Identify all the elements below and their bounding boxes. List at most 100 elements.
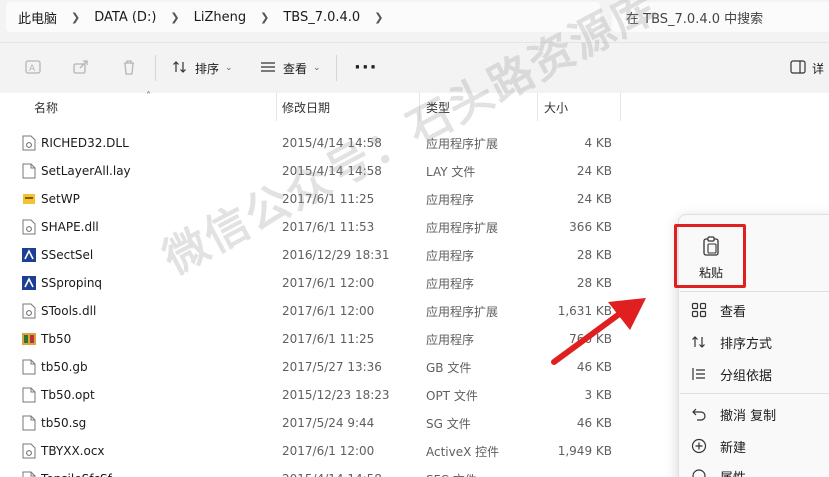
file-row[interactable]: SetLayerAll.lay 2015/4/14 14:58 LAY 文件 24 K… bbox=[0, 157, 829, 185]
file-date: 2015/4/14 14:58 bbox=[282, 465, 382, 477]
file-name-cell[interactable]: SetWP bbox=[22, 185, 80, 213]
menu-item-sort-by[interactable]: 排序方式 bbox=[690, 330, 772, 354]
file-name-cell[interactable]: RICHED32.DLL bbox=[22, 129, 129, 157]
dll-icon bbox=[22, 219, 36, 235]
dll-icon bbox=[22, 303, 36, 319]
delete-icon[interactable] bbox=[118, 56, 140, 78]
view-label: 查看 bbox=[283, 61, 308, 76]
chevron-right-icon[interactable]: ❯ bbox=[170, 11, 179, 24]
details-pane-button[interactable]: 详 bbox=[790, 57, 824, 79]
breadcrumb-data-drive[interactable]: DATA (D:) bbox=[94, 10, 156, 25]
file-date: 2017/5/27 13:36 bbox=[282, 360, 382, 374]
menu-item-new[interactable]: 新建 bbox=[690, 434, 746, 458]
file-name: SetWP bbox=[41, 192, 80, 206]
chevron-down-icon: ⌄ bbox=[313, 63, 321, 73]
column-header-type[interactable]: 类型 bbox=[426, 93, 450, 121]
file-name-cell[interactable]: STools.dll bbox=[22, 297, 96, 325]
file-name-cell[interactable]: SSectSel bbox=[22, 241, 93, 269]
menu-item-view[interactable]: 查看 bbox=[690, 298, 746, 322]
column-divider[interactable] bbox=[620, 93, 621, 121]
dll-icon bbox=[22, 443, 36, 459]
file-size: 1,949 KB bbox=[557, 444, 612, 458]
column-header-name[interactable]: 名称 bbox=[34, 93, 58, 121]
menu-item-group-by[interactable]: 分组依据 bbox=[690, 362, 772, 386]
chevron-right-icon[interactable]: ❯ bbox=[374, 11, 383, 24]
menu-item-properties[interactable]: 属性 bbox=[690, 464, 746, 477]
file-type: SG 文件 bbox=[426, 416, 471, 431]
menu-item-undo-copy[interactable]: 撤消 复制 bbox=[690, 402, 776, 426]
file-name-cell[interactable]: SSpropinq bbox=[22, 269, 102, 297]
file-date: 2017/6/1 12:00 bbox=[282, 276, 375, 290]
address-bar[interactable]: 此电脑 ❯ DATA (D:) ❯ LiZheng ❯ TBS_7.0.4.0 … bbox=[6, 2, 600, 32]
column-header-size[interactable]: 大小 bbox=[544, 93, 568, 121]
file-name: Tb50.opt bbox=[41, 388, 95, 402]
column-divider[interactable] bbox=[419, 93, 420, 121]
group-icon bbox=[690, 365, 708, 383]
app-icon-yellow bbox=[22, 191, 36, 207]
file-name-cell[interactable]: tb50.sg bbox=[22, 409, 86, 437]
breadcrumb-lizheng[interactable]: LiZheng bbox=[194, 10, 247, 25]
address-row: 此电脑 ❯ DATA (D:) ❯ LiZheng ❯ TBS_7.0.4.0 … bbox=[0, 0, 829, 38]
chevron-right-icon[interactable]: ❯ bbox=[260, 11, 269, 24]
sort-icon bbox=[172, 59, 188, 78]
file-row[interactable]: RICHED32.DLL 2015/4/14 14:58 应用程序扩展 4 KB bbox=[0, 129, 829, 157]
file-type: ActiveX 控件 bbox=[426, 444, 500, 459]
file-name-cell[interactable]: TensileSfcSf... bbox=[22, 465, 122, 477]
column-divider[interactable] bbox=[276, 93, 277, 121]
file-name-cell[interactable]: SetLayerAll.lay bbox=[22, 157, 131, 185]
file-size: 366 KB bbox=[569, 220, 612, 234]
share-icon[interactable] bbox=[70, 56, 92, 78]
file-type: 应用程序扩展 bbox=[426, 220, 499, 235]
paste-highlight-box bbox=[674, 224, 746, 288]
file-name-cell[interactable]: Tb50.opt bbox=[22, 381, 95, 409]
file-icon bbox=[22, 359, 36, 375]
file-size: 24 KB bbox=[576, 164, 612, 178]
sort-ascending-icon: ˄ bbox=[146, 91, 151, 102]
menu-separator bbox=[680, 393, 829, 394]
details-pane-icon bbox=[790, 59, 806, 77]
breadcrumb-tbs[interactable]: TBS_7.0.4.0 bbox=[283, 10, 360, 25]
file-name-cell[interactable]: SHAPE.dll bbox=[22, 213, 99, 241]
menu-item-label: 属性 bbox=[720, 467, 746, 477]
file-row[interactable]: SetWP 2017/6/1 11:25 应用程序 24 KB bbox=[0, 185, 829, 213]
rename-icon[interactable]: A bbox=[22, 56, 44, 78]
file-icon bbox=[22, 387, 36, 403]
file-size bbox=[540, 465, 612, 477]
column-header-date[interactable]: 修改日期 bbox=[282, 93, 330, 121]
more-options-button[interactable]: ··· bbox=[354, 57, 378, 78]
file-name-cell[interactable]: Tb50 bbox=[22, 325, 71, 353]
file-date: 2017/6/1 12:00 bbox=[282, 444, 375, 458]
file-type: 应用程序 bbox=[426, 276, 475, 291]
list-view-icon bbox=[260, 59, 276, 78]
app-icon-tb bbox=[22, 331, 36, 347]
file-name-cell[interactable]: tb50.gb bbox=[22, 353, 88, 381]
properties-icon bbox=[690, 467, 708, 477]
file-size: 28 KB bbox=[576, 276, 612, 290]
details-label: 详 bbox=[812, 61, 825, 76]
search-input[interactable]: 在 TBS_7.0.4.0 中搜索 bbox=[612, 2, 829, 32]
dll-icon bbox=[22, 135, 36, 151]
file-icon bbox=[22, 471, 36, 477]
file-name: RICHED32.DLL bbox=[41, 136, 129, 150]
sort-label: 排序 bbox=[195, 61, 220, 76]
column-divider[interactable] bbox=[537, 93, 538, 121]
chevron-right-icon[interactable]: ❯ bbox=[71, 11, 80, 24]
file-type: 应用程序 bbox=[426, 192, 475, 207]
app-icon-blue bbox=[22, 275, 36, 291]
sort-button[interactable]: 排序 ⌄ bbox=[172, 57, 233, 79]
chevron-down-icon: ⌄ bbox=[225, 63, 233, 73]
red-arrow-annotation bbox=[551, 298, 646, 365]
menu-item-label: 查看 bbox=[720, 304, 747, 320]
view-button[interactable]: 查看 ⌄ bbox=[260, 57, 321, 79]
file-date: 2017/6/1 11:53 bbox=[282, 220, 375, 234]
file-date: 2017/6/1 11:25 bbox=[282, 332, 375, 346]
menu-item-label: 新建 bbox=[720, 440, 747, 456]
breadcrumb-this-pc[interactable]: 此电脑 bbox=[18, 8, 57, 27]
svg-text:A: A bbox=[29, 64, 36, 74]
file-name-cell[interactable]: TBYXX.ocx bbox=[22, 437, 105, 465]
file-size: 46 KB bbox=[576, 416, 612, 430]
file-date: 2017/6/1 12:00 bbox=[282, 304, 375, 318]
file-name: SSpropinq bbox=[41, 276, 103, 290]
file-name: tb50.gb bbox=[41, 360, 88, 374]
file-size: 3 KB bbox=[584, 388, 612, 402]
